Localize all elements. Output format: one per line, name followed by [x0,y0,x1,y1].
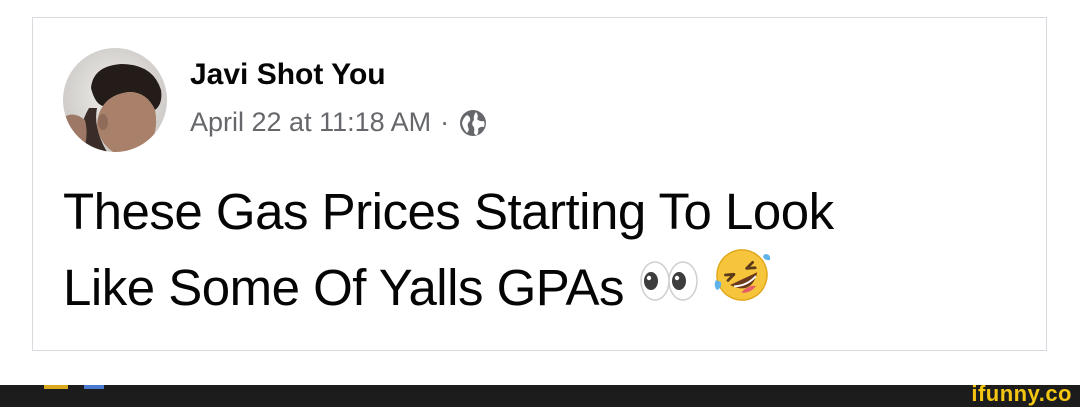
bar-accent-marks [44,385,104,389]
page: Javi Shot You April 22 at 11:18 AM · The… [0,0,1080,407]
post-text-line-2: Like Some Of Yalls GPAs [63,248,1023,331]
ifunny-watermark: ifunny.co [971,381,1072,406]
post-text: These Gas Prices Starting To Look Like S… [63,174,1023,331]
author-name[interactable]: Javi Shot You [190,58,386,92]
meta-separator: · [440,107,450,137]
avatar-photo [63,48,167,152]
eyes-emoji-icon [638,248,700,324]
post-meta: April 22 at 11:18 AM · [190,107,488,138]
avatar[interactable] [63,48,167,152]
post-card: Javi Shot You April 22 at 11:18 AM · The… [32,17,1047,351]
globe-icon[interactable] [458,108,488,138]
post-text-line-1: These Gas Prices Starting To Look [63,183,834,240]
rofl-emoji-icon [713,246,771,325]
post-text-line-2-text: Like Some Of Yalls GPAs [63,259,625,316]
bottom-bar: ifunny.co [0,381,1080,407]
post-timestamp[interactable]: April 22 at 11:18 AM [190,107,431,138]
